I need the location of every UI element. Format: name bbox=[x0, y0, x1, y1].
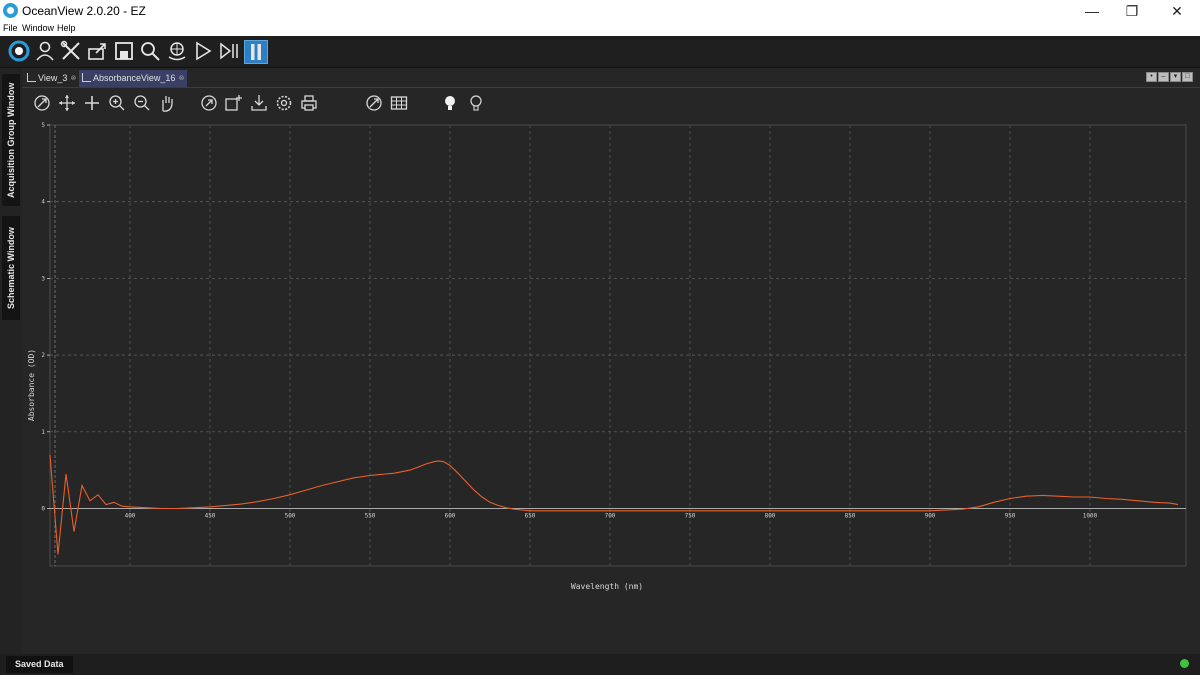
download-icon[interactable] bbox=[250, 94, 268, 112]
bulb-on-icon[interactable] bbox=[441, 94, 459, 112]
tab-schematic-window[interactable]: Schematic Window bbox=[2, 216, 20, 320]
search-icon[interactable] bbox=[139, 40, 161, 62]
y-tick-label: 3 bbox=[41, 275, 45, 282]
hand-icon[interactable] bbox=[158, 94, 176, 112]
restore-icon[interactable]: ❐ bbox=[1110, 0, 1154, 22]
autoscale-icon[interactable] bbox=[33, 94, 51, 112]
y-tick-label: 2 bbox=[41, 352, 45, 359]
plot-toolbar bbox=[22, 89, 1200, 115]
table-icon[interactable] bbox=[390, 94, 408, 112]
zoom-out-icon[interactable] bbox=[133, 94, 151, 112]
bulb-off-icon[interactable] bbox=[467, 94, 485, 112]
x-tick-label: 800 bbox=[765, 512, 776, 519]
tab-acquisition-group-window[interactable]: Acquisition Group Window bbox=[2, 74, 20, 206]
x-axis-label: Wavelength (nm) bbox=[571, 582, 643, 591]
save-icon[interactable] bbox=[113, 40, 135, 62]
oceanview-logo-icon bbox=[3, 3, 18, 18]
x-tick-label: 950 bbox=[1005, 512, 1016, 519]
pane-dropdown-icon[interactable]: ▾ bbox=[1170, 72, 1181, 82]
pan-icon[interactable] bbox=[83, 94, 101, 112]
print-icon[interactable] bbox=[300, 94, 318, 112]
menu-help[interactable]: Help bbox=[57, 23, 76, 33]
menu-window[interactable]: Window bbox=[22, 23, 54, 33]
x-tick-label: 700 bbox=[605, 512, 616, 519]
pane-maximize-icon[interactable]: □ bbox=[1182, 72, 1193, 82]
x-tick-label: 550 bbox=[365, 512, 376, 519]
y-axis-label: Absorbance (OD) bbox=[27, 349, 36, 421]
tab-absorbanceview-16[interactable]: AbsorbanceView_16 ⊗ bbox=[79, 70, 188, 87]
x-tick-label: 450 bbox=[205, 512, 216, 519]
scale-icon[interactable] bbox=[365, 94, 383, 112]
y-tick-label: 5 bbox=[41, 122, 45, 129]
pause-icon[interactable] bbox=[244, 40, 268, 64]
step-icon[interactable] bbox=[218, 40, 240, 62]
x-tick-label: 400 bbox=[125, 512, 136, 519]
main-toolbar bbox=[0, 36, 1200, 68]
play-icon[interactable] bbox=[192, 40, 214, 62]
pane-toggle-icon[interactable]: • bbox=[1146, 72, 1157, 82]
x-tick-label: 1000 bbox=[1083, 512, 1098, 519]
connection-status-indicator bbox=[1180, 659, 1189, 668]
tab-label: AbsorbanceView_16 bbox=[93, 73, 176, 83]
refresh-icon[interactable] bbox=[200, 94, 218, 112]
x-tick-label: 650 bbox=[525, 512, 536, 519]
export-icon[interactable] bbox=[86, 40, 108, 62]
x-tick-label: 500 bbox=[285, 512, 296, 519]
oceanview-icon[interactable] bbox=[8, 40, 30, 62]
settings-icon[interactable] bbox=[275, 94, 293, 112]
y-tick-label: 4 bbox=[41, 199, 45, 206]
plot-background bbox=[22, 115, 1200, 654]
close-icon[interactable]: ✕ bbox=[1155, 0, 1199, 22]
x-tick-label: 750 bbox=[685, 512, 696, 519]
chart-tab-icon bbox=[82, 73, 91, 82]
y-tick-label: 0 bbox=[41, 505, 45, 512]
title-bar: OceanView 2.0.20 - EZ — ❐ ✕ bbox=[0, 0, 1200, 22]
user-icon[interactable] bbox=[34, 40, 56, 62]
pan-all-icon[interactable] bbox=[58, 94, 76, 112]
left-sidebar: Acquisition Group Window Schematic Windo… bbox=[0, 68, 22, 654]
tab-label: View_3 bbox=[38, 73, 68, 83]
tools-icon[interactable] bbox=[60, 40, 82, 62]
x-tick-label: 600 bbox=[445, 512, 456, 519]
close-tab-icon[interactable]: ⊗ bbox=[179, 70, 185, 87]
menu-file[interactable]: File bbox=[3, 23, 18, 33]
x-tick-label: 850 bbox=[845, 512, 856, 519]
globe-hands-icon[interactable] bbox=[166, 40, 188, 62]
add-chart-icon[interactable] bbox=[225, 94, 243, 112]
close-tab-icon[interactable]: ⊗ bbox=[70, 70, 76, 87]
window-title: OceanView 2.0.20 - EZ bbox=[22, 4, 146, 18]
pane-minimize-icon[interactable]: – bbox=[1158, 72, 1169, 82]
menu-bar: File Window Help bbox=[0, 22, 1200, 36]
x-tick-label: 900 bbox=[925, 512, 936, 519]
zoom-in-icon[interactable] bbox=[108, 94, 126, 112]
saved-data-button[interactable]: Saved Data bbox=[6, 656, 73, 673]
chart-tab-icon bbox=[27, 73, 36, 82]
tab-view-3[interactable]: View_3 ⊗ bbox=[24, 70, 79, 87]
y-tick-label: 1 bbox=[41, 429, 45, 436]
view-tab-strip: View_3 ⊗ AbsorbanceView_16 ⊗ • – ▾ □ bbox=[22, 68, 1200, 88]
minimize-icon[interactable]: — bbox=[1070, 0, 1114, 22]
absorbance-plot[interactable]: 400 450 500 550 600 650 700 750 800 850 900 950 1000… bbox=[22, 115, 1200, 654]
status-bar: Saved Data bbox=[0, 654, 1200, 675]
